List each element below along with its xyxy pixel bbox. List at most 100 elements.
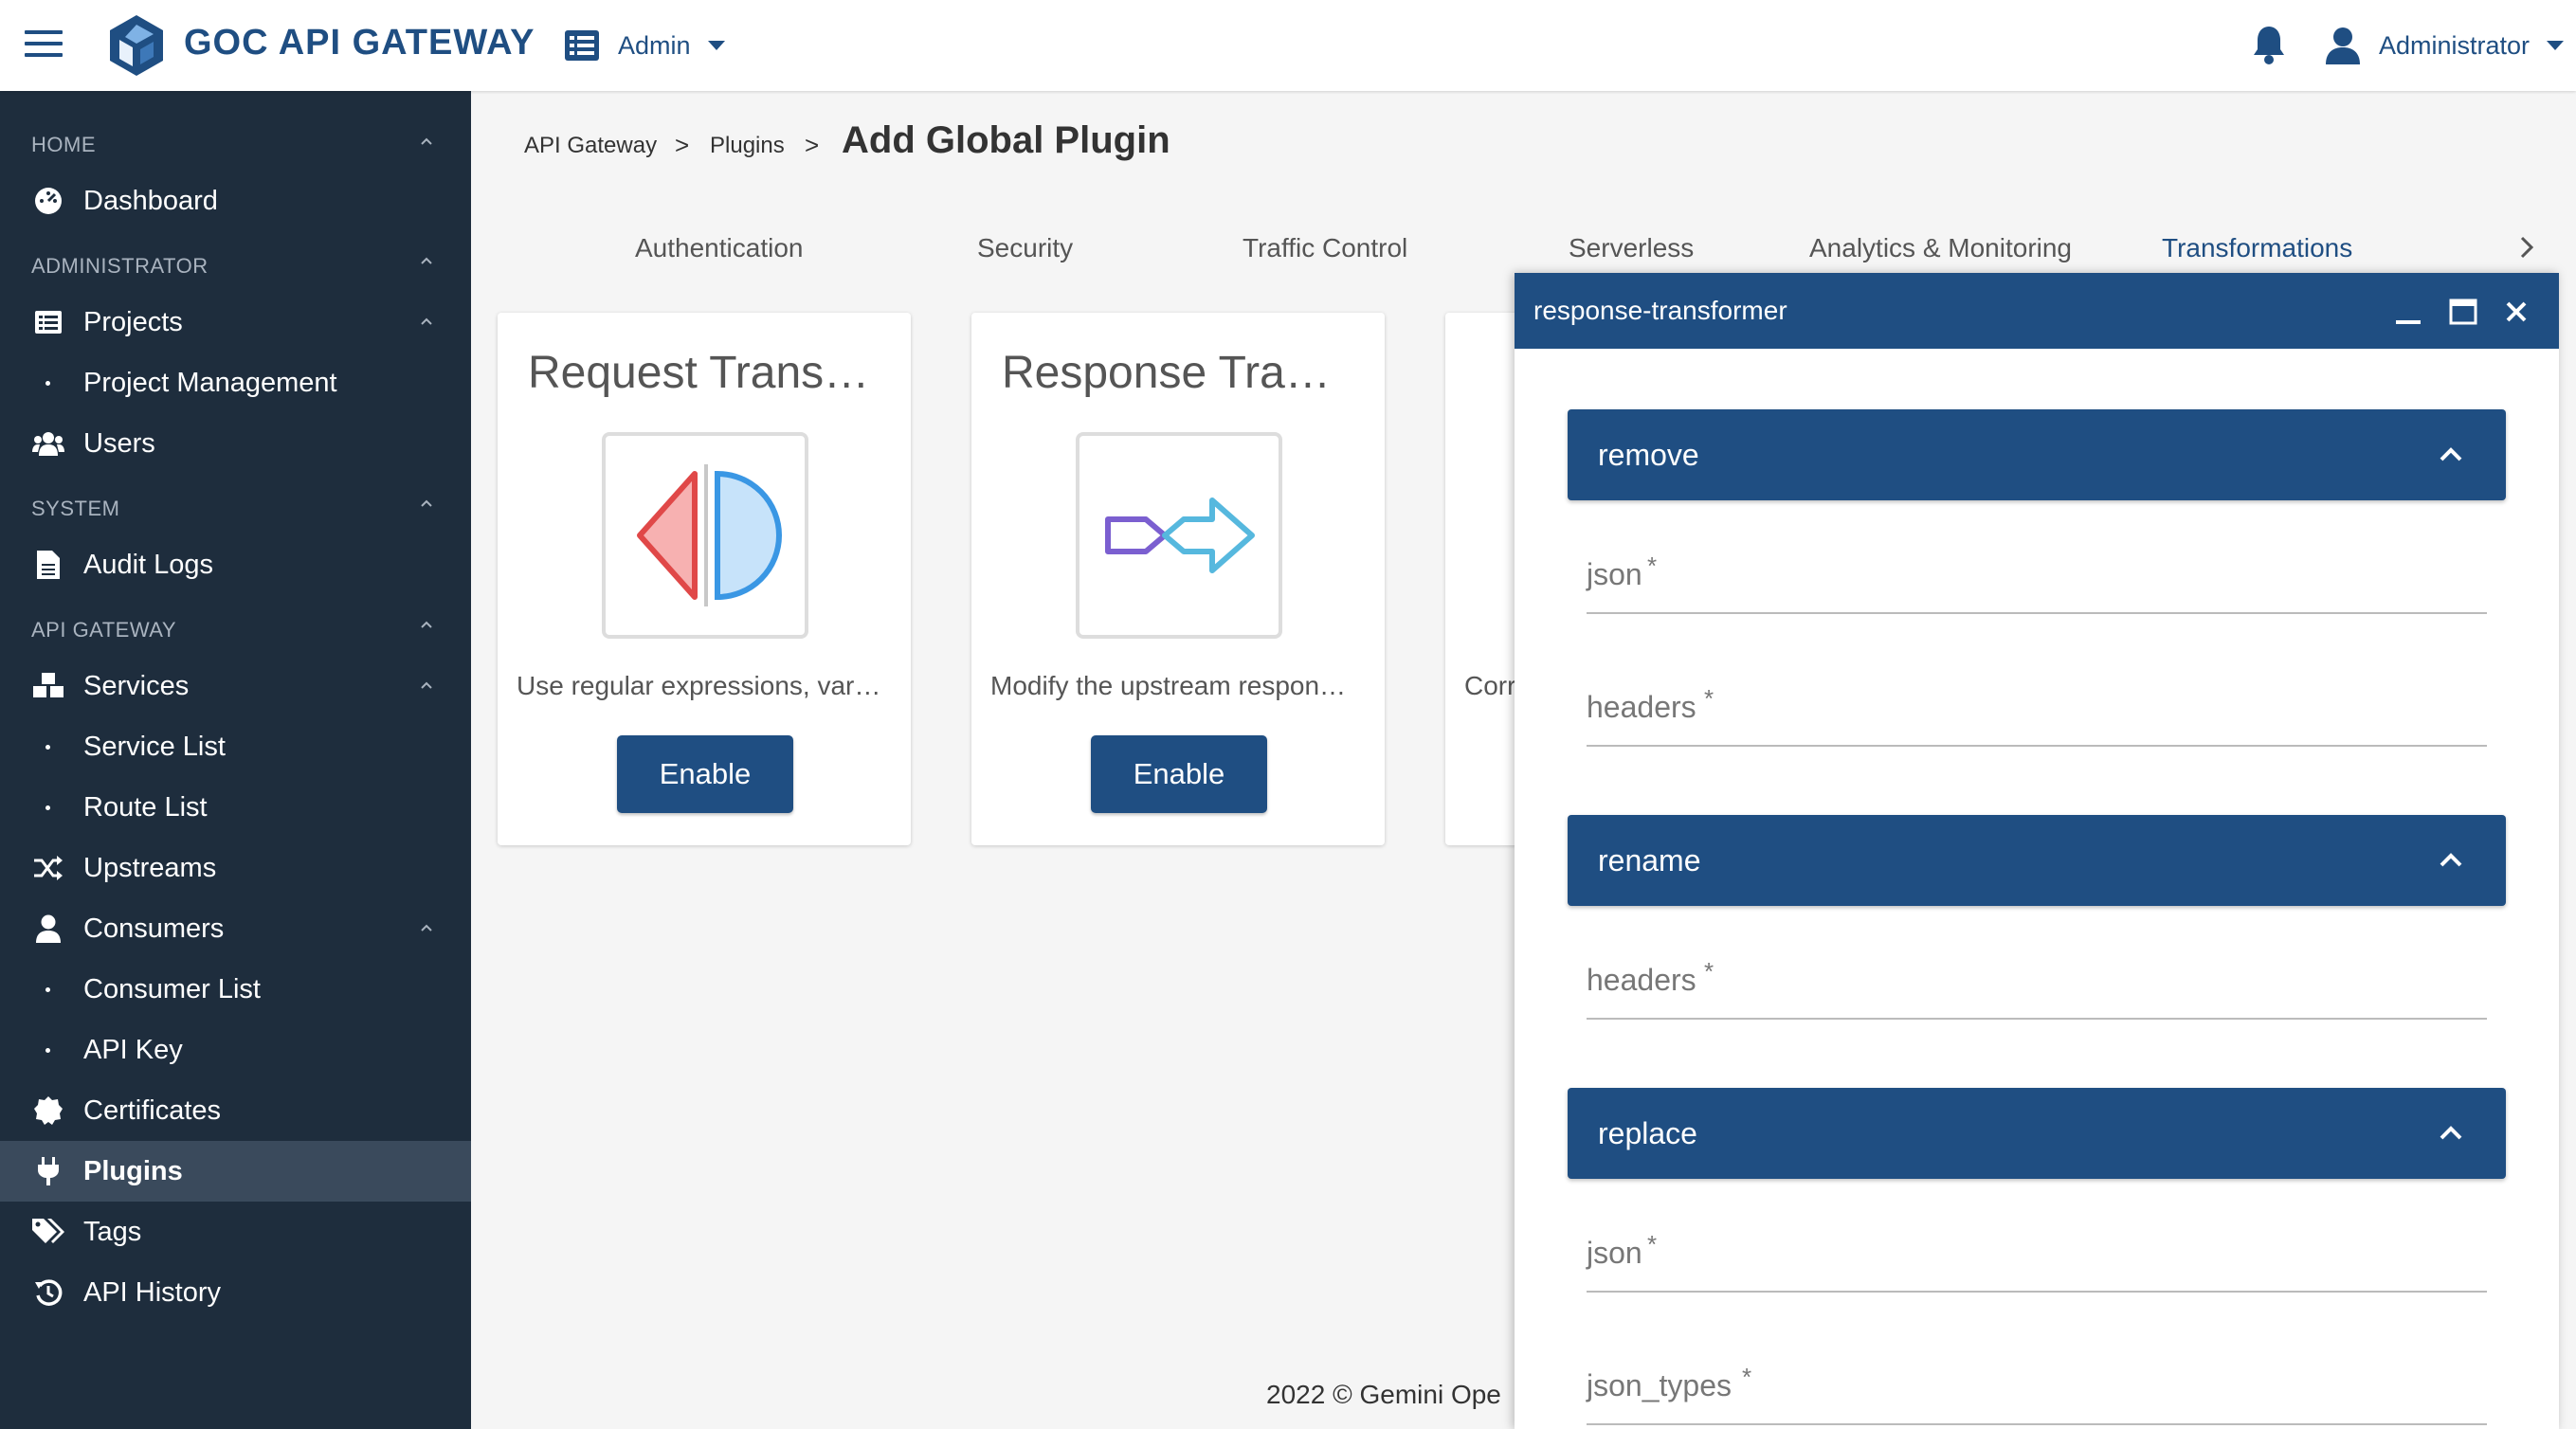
sidebar-item-upstreams[interactable]: Upstreams [0, 838, 471, 898]
breadcrumb-plugins[interactable]: Plugins [710, 133, 785, 159]
sidebar-item-label: Consumer List [83, 973, 261, 1004]
sidebar-item-label: Project Management [83, 367, 337, 398]
dialog-body: remove json * headers * rename headers *… [1515, 349, 2559, 1429]
bullet-icon [45, 744, 50, 750]
bullet-icon [45, 805, 50, 810]
tab-serverless[interactable]: Serverless [1569, 233, 1694, 263]
field-label: headers [1587, 690, 1696, 724]
card-title: Request Trans… [528, 348, 870, 398]
replace-json-types-field[interactable]: json_types * [1587, 1346, 2487, 1425]
remove-headers-field[interactable]: headers * [1587, 667, 2487, 747]
sidebar-item-service-list[interactable]: Service List [0, 716, 471, 777]
app-title: GOC API GATEWAY [184, 23, 535, 63]
chevron-up-icon[interactable] [420, 497, 433, 510]
sidebar-item-certificates[interactable]: Certificates [0, 1080, 471, 1141]
dialog-title: response-transformer [1533, 296, 1787, 325]
dialog-header: response-transformer [1515, 273, 2559, 349]
sidebar-item-plugins[interactable]: Plugins [0, 1141, 471, 1202]
sidebar-item-audit-logs[interactable]: Audit Logs [0, 534, 471, 595]
required-mark: * [1742, 1363, 1752, 1391]
required-mark: * [1647, 552, 1658, 580]
sidebar-item-api-key[interactable]: API Key [0, 1020, 471, 1080]
sidebar-item-label: Users [83, 427, 155, 459]
section-system: SYSTEM [31, 497, 120, 520]
plugin-card-response-transformer: Response Tra… Modify the upstream respon… [971, 313, 1385, 845]
user-dropdown[interactable]: Administrator [2326, 23, 2565, 68]
sidebar-item-projects[interactable]: Projects [0, 292, 471, 353]
sidebar-item-label: Audit Logs [83, 549, 214, 580]
tab-transformations[interactable]: Transformations [2162, 233, 2352, 263]
card-description: Corr [1464, 671, 1516, 700]
caret-down-icon [2547, 41, 2565, 50]
maximize-icon[interactable] [2447, 296, 2479, 328]
sidebar-item-api-history[interactable]: API History [0, 1262, 471, 1323]
sidebar: HOME Dashboard ADMINISTRATOR Projects Pr… [0, 91, 471, 1429]
file-icon [32, 549, 64, 581]
tab-traffic-control[interactable]: Traffic Control [1243, 233, 1407, 263]
sidebar-item-dashboard[interactable]: Dashboard [0, 171, 471, 231]
section-remove[interactable]: remove [1568, 409, 2506, 500]
sidebar-item-project-management[interactable]: Project Management [0, 353, 471, 413]
field-label: headers [1587, 963, 1696, 997]
chevron-right-icon[interactable] [2517, 235, 2536, 260]
tab-analytics-monitoring[interactable]: Analytics & Monitoring [1809, 233, 2072, 263]
breadcrumb-separator: > [675, 131, 690, 159]
users-icon [32, 427, 64, 460]
plug-icon [32, 1155, 64, 1187]
list-icon [565, 30, 599, 61]
chevron-up-icon [421, 317, 432, 325]
user-icon [2326, 27, 2360, 64]
sidebar-item-tags[interactable]: Tags [0, 1202, 471, 1262]
section-administrator: ADMINISTRATOR [31, 254, 209, 278]
sidebar-item-services[interactable]: Services [0, 656, 471, 716]
section-label: rename [1598, 843, 1701, 877]
card-title: Response Tra… [1002, 348, 1331, 398]
top-bar: GOC API GATEWAY Admin Administrator [0, 0, 2576, 91]
sidebar-item-label: Services [83, 670, 190, 701]
dashboard-icon [32, 185, 64, 217]
plugin-config-dialog: response-transformer remove json * heade… [1515, 273, 2559, 1429]
tab-security[interactable]: Security [977, 233, 1073, 263]
tab-authentication[interactable]: Authentication [635, 233, 803, 263]
user-label: Administrator [2379, 30, 2531, 60]
required-mark: * [1647, 1230, 1658, 1258]
logo-icon [110, 15, 163, 76]
enable-button[interactable]: Enable [617, 735, 793, 813]
enable-button[interactable]: Enable [1091, 735, 1267, 813]
sidebar-item-consumer-list[interactable]: Consumer List [0, 959, 471, 1020]
user-icon [32, 913, 64, 945]
replace-json-field[interactable]: json * [1587, 1213, 2487, 1293]
sidebar-item-label: Certificates [83, 1094, 222, 1126]
workspace-dropdown[interactable]: Admin [565, 27, 725, 64]
section-rename[interactable]: rename [1568, 815, 2506, 906]
sidebar-item-consumers[interactable]: Consumers [0, 898, 471, 959]
chevron-up-icon [421, 681, 432, 689]
rename-headers-field[interactable]: headers * [1587, 940, 2487, 1020]
history-icon [32, 1276, 64, 1309]
section-label: replace [1598, 1116, 1697, 1150]
breadcrumb-api-gateway[interactable]: API Gateway [524, 133, 657, 159]
chevron-up-icon[interactable] [420, 135, 433, 148]
bell-icon[interactable] [2252, 25, 2286, 64]
caret-down-icon [707, 41, 725, 50]
sidebar-item-users[interactable]: Users [0, 413, 471, 474]
remove-json-field[interactable]: json * [1587, 534, 2487, 614]
shuffle-icon [32, 852, 64, 884]
field-label: json [1587, 1236, 1642, 1270]
sidebar-item-label: Dashboard [83, 185, 218, 216]
minimize-icon[interactable] [2392, 296, 2424, 328]
page-title: Add Global Plugin [842, 119, 1170, 161]
close-icon[interactable] [2500, 296, 2532, 328]
sidebar-item-route-list[interactable]: Route List [0, 777, 471, 838]
chevron-up-icon [2440, 447, 2462, 461]
plugin-card-request-transformer: Request Trans… Use regular expressions, … [498, 313, 911, 845]
workspace-label: Admin [618, 30, 691, 60]
menu-icon[interactable] [25, 30, 63, 59]
chevron-up-icon[interactable] [420, 254, 433, 267]
section-replace[interactable]: replace [1568, 1088, 2506, 1179]
chevron-up-icon[interactable] [420, 618, 433, 631]
sidebar-item-label: Plugins [83, 1155, 183, 1186]
required-mark: * [1704, 957, 1714, 986]
certificate-icon [32, 1094, 64, 1127]
sidebar-item-label: API History [83, 1276, 222, 1308]
